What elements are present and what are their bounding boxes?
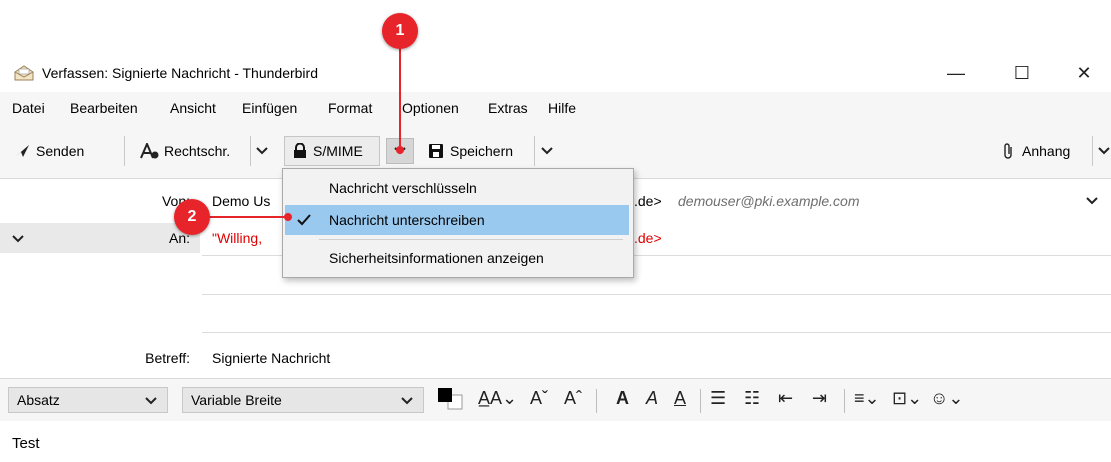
callout-marker-2: 2 — [174, 199, 210, 235]
callout-marker-1: 1 — [382, 13, 418, 49]
callout-lines — [196, 32, 404, 221]
